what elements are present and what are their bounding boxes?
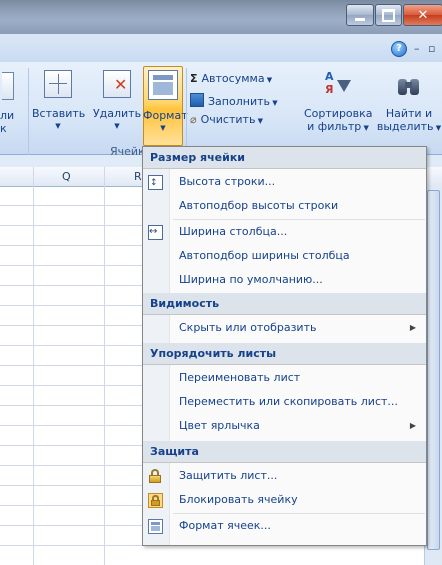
menu-item-label: Переименовать лист <box>179 371 301 384</box>
menu-item-format-cells[interactable]: Формат ячеек... <box>143 515 426 537</box>
menu-item-label: Блокировать ячейку <box>179 493 298 506</box>
menu-item-default-width[interactable]: Ширина по умолчанию... <box>143 269 426 291</box>
column-width-icon: ↔ <box>148 225 163 240</box>
menu-section-protection: Защита <box>143 441 426 463</box>
insert-button[interactable]: Вставить ▼ <box>32 70 86 133</box>
protect-sheet-icon <box>148 469 163 484</box>
close-button[interactable]: ✕ <box>403 4 442 26</box>
column-header-q[interactable]: Q <box>62 170 71 183</box>
clear-dropdown-icon: ▼ <box>255 117 264 125</box>
format-label: Формат <box>143 109 188 122</box>
menu-item-label: Цвет ярлычка <box>179 419 260 432</box>
menu-separator <box>173 513 425 514</box>
menu-item-column-width[interactable]: ↔ Ширина столбца... <box>143 221 426 243</box>
group-separator <box>28 68 29 156</box>
format-button[interactable]: Формат ▼ <box>143 70 188 135</box>
fill-dropdown-icon: ▼ <box>269 99 278 107</box>
menu-section-cell-size: Размер ячейки <box>143 147 426 169</box>
window-titlebar: ✕ <box>0 0 442 34</box>
menu-item-rename-sheet[interactable]: Переименовать лист <box>143 367 426 389</box>
scrollbar-thumb[interactable] <box>427 190 440 550</box>
menu-item-tab-color[interactable]: Цвет ярлычка ▶ <box>143 415 426 437</box>
insert-label: Вставить <box>32 107 86 120</box>
cell-styles-icon <box>2 72 14 100</box>
menu-item-autofit-row-height[interactable]: Автоподбор высоты строки <box>143 195 426 217</box>
format-cells-icon <box>148 519 163 534</box>
close-icon: ✕ <box>417 7 429 23</box>
eraser-icon: ⌀ <box>190 113 197 126</box>
help-icon[interactable]: ? <box>391 41 407 57</box>
menu-item-row-height[interactable]: ↕ Высота строки... <box>143 171 426 193</box>
menu-item-label: Скрыть или отобразить <box>179 321 317 334</box>
group-separator-2 <box>186 68 187 156</box>
autosum-label: Автосумма <box>201 72 265 85</box>
menu-item-label: Защитить лист... <box>179 469 278 482</box>
submenu-arrow-icon: ▶ <box>409 421 416 430</box>
menu-item-label: Ширина столбца... <box>179 225 288 238</box>
ribbon-minimize-icon[interactable]: – <box>414 42 420 55</box>
insert-dropdown-icon: ▼ <box>55 122 61 130</box>
ribbon-tab-strip <box>0 34 442 63</box>
fill-label: Заполнить <box>208 95 270 108</box>
minimize-button[interactable] <box>346 4 374 26</box>
sort-label-1: Сортировка <box>304 107 373 120</box>
menu-item-autofit-column-width[interactable]: Автоподбор ширины столбца <box>143 245 426 267</box>
insert-cells-icon <box>44 70 72 98</box>
fill-button[interactable]: Заполнить ▼ <box>190 93 278 108</box>
delete-button[interactable]: ✕ Удалить ▼ <box>92 70 142 133</box>
submenu-arrow-icon: ▶ <box>409 323 416 332</box>
clear-button[interactable]: ⌀ Очистить ▼ <box>190 113 263 126</box>
sort-filter-button[interactable]: A Я Сортировка и фильтр ▼ <box>304 70 373 135</box>
delete-dropdown-icon: ▼ <box>114 122 120 130</box>
menu-item-lock-cell[interactable]: Блокировать ячейку <box>143 489 426 511</box>
sort-label-2: и фильтр ▼ <box>307 120 369 133</box>
menu-item-protect-sheet[interactable]: Защитить лист... <box>143 465 426 487</box>
sigma-icon: Σ <box>190 72 198 85</box>
menu-item-hide-unhide[interactable]: Скрыть или отобразить ▶ <box>143 317 426 339</box>
row-height-icon: ↕ <box>148 175 163 190</box>
menu-section-visibility: Видимость <box>143 293 426 315</box>
format-dropdown-icon: ▼ <box>160 124 166 132</box>
delete-label: Удалить <box>92 107 142 120</box>
lock-cell-icon <box>148 493 163 508</box>
ribbon-restore-icon[interactable]: ▫ <box>428 42 435 55</box>
maximize-icon <box>382 8 395 22</box>
partial-left-button[interactable]: ли к <box>0 72 18 135</box>
column-header-r[interactable]: R <box>134 170 142 183</box>
menu-item-move-copy-sheet[interactable]: Переместить или скопировать лист... <box>143 391 426 413</box>
menu-section-organize-sheets: Упорядочить листы <box>143 343 426 365</box>
binoculars-icon <box>397 70 421 100</box>
find-label-1: Найти и <box>385 107 433 120</box>
clear-label: Очистить <box>200 113 256 126</box>
find-select-button[interactable]: Найти и выделить ▼ <box>374 70 442 135</box>
menu-separator <box>173 219 425 220</box>
maximize-button[interactable] <box>375 4 402 26</box>
menu-item-label: Формат ячеек... <box>179 519 271 532</box>
fill-down-icon <box>190 93 204 107</box>
menu-item-label: Высота строки... <box>179 175 276 188</box>
menu-item-label: Автоподбор высоты строки <box>179 199 339 212</box>
format-menu: Размер ячейки ↕ Высота строки... Автопод… <box>142 146 427 546</box>
menu-item-label: Переместить или скопировать лист... <box>179 395 398 408</box>
menu-item-label: Автоподбор ширины столбца <box>179 249 350 262</box>
sort-filter-icon: A Я <box>325 70 351 100</box>
partial-left-label: ли <box>0 109 15 122</box>
format-icon <box>148 70 178 100</box>
autosum-button[interactable]: Σ Автосумма ▼ <box>190 72 272 85</box>
delete-cells-icon: ✕ <box>103 70 131 98</box>
find-label-2: выделить ▼ <box>376 120 442 133</box>
minimize-icon <box>355 17 365 21</box>
menu-item-label: Ширина по умолчанию... <box>179 273 323 286</box>
partial-left-label-2: к <box>0 122 7 135</box>
autosum-dropdown-icon: ▼ <box>264 76 273 84</box>
